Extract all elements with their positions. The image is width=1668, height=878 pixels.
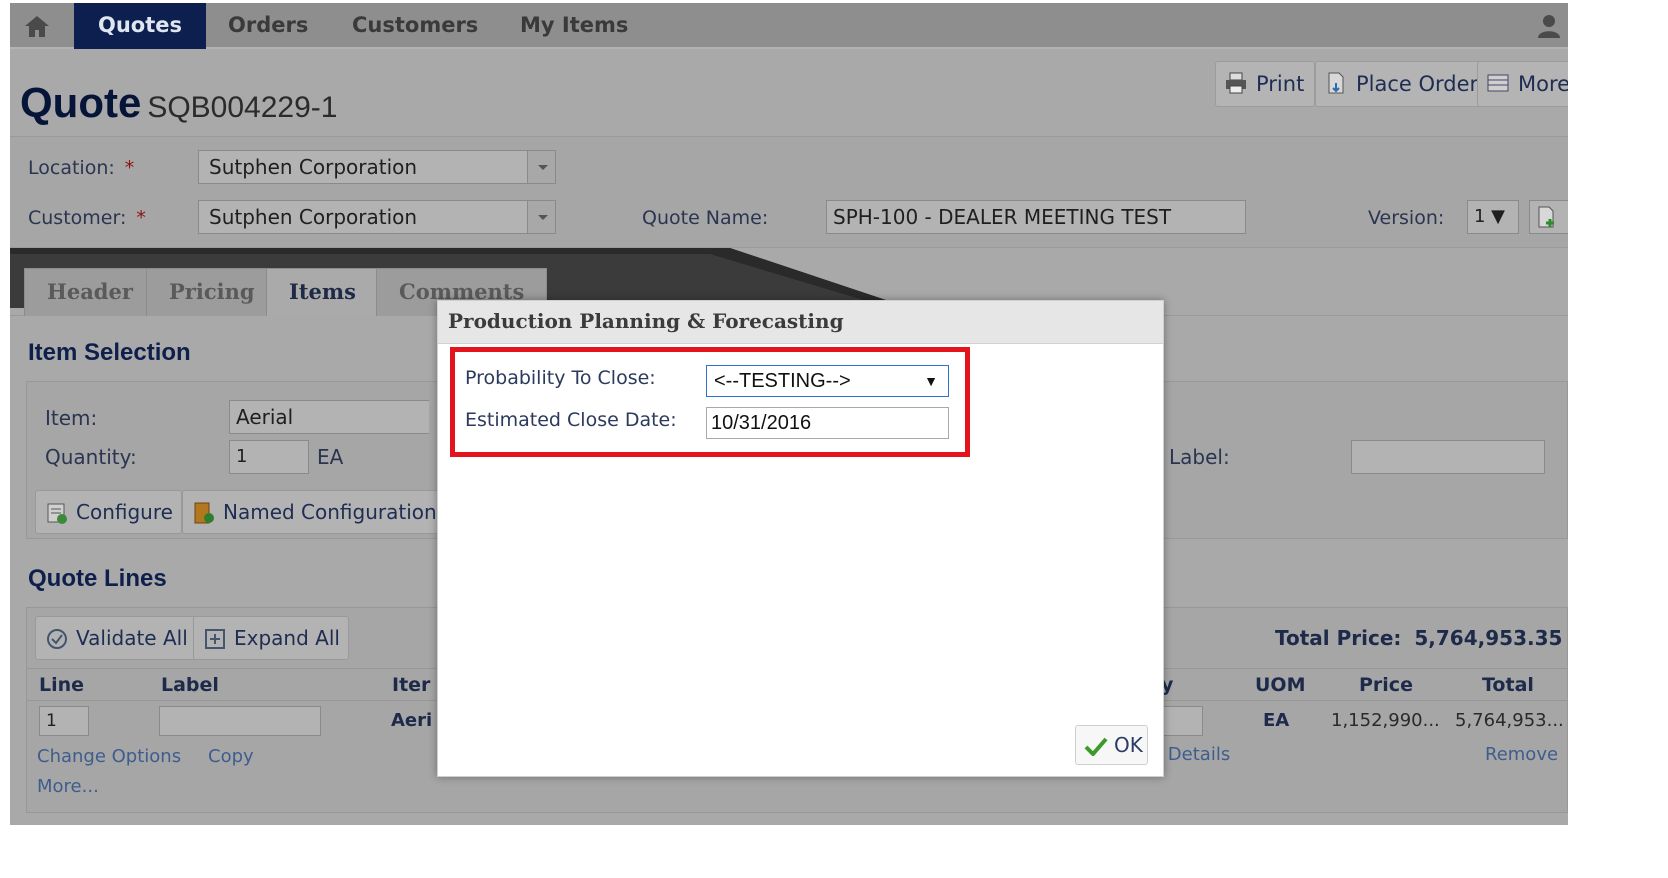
item-selection-heading: Item Selection [28,339,191,366]
production-planning-dialog: Production Planning & Forecasting Probab… [437,300,1164,777]
change-options-link[interactable]: Change Options [37,746,181,767]
quote-name-input[interactable]: SPH-100 - DEALER MEETING TEST [826,200,1246,234]
nav-tab-customers[interactable]: Customers [328,3,502,49]
configure-label: Configure [76,500,173,524]
add-document-icon [1538,206,1554,228]
expand-icon [205,629,225,649]
col-item: Iter [392,674,431,696]
close-date-label: Estimated Close Date: [465,409,677,431]
unit-label: EA [317,445,344,469]
quantity-input[interactable]: 1 [229,440,309,474]
tab-items[interactable]: Items [266,268,379,316]
expand-all-button[interactable]: Expand All [193,616,349,660]
home-icon[interactable] [24,14,50,38]
customer-label: Customer: * [28,207,146,229]
total-price: Total Price: 5,764,953.35 [1275,626,1563,650]
nav-tab-orders[interactable]: Orders [204,3,332,49]
highlight-box [450,347,970,457]
place-order-label: Place Order [1356,72,1479,96]
configure-button[interactable]: Configure [35,490,182,534]
quote-lines-heading: Quote Lines [28,565,167,592]
customer-combobox[interactable]: Sutphen Corporation [198,200,556,234]
check-circle-icon [47,629,67,649]
line-number-input[interactable]: 1 [39,706,89,736]
probability-value: <--TESTING--> [714,370,851,392]
ok-label: OK [1114,733,1143,757]
more-label: More [1518,72,1568,96]
more-link[interactable]: More... [37,776,99,797]
nav-tab-quotes[interactable]: Quotes [74,3,207,49]
col-uom: UOM [1255,674,1306,696]
location-value: Sutphen Corporation [209,155,418,179]
quote-number: SQB004229-1 [147,91,338,124]
validate-all-label: Validate All [76,626,188,650]
col-price: Price [1359,674,1413,696]
named-config-icon [194,502,214,524]
nav-tab-my-items[interactable]: My Items [496,3,652,49]
copy-link[interactable]: Copy [208,746,254,767]
version-label: Version: [1368,207,1445,229]
line-label-label: Label: [1169,445,1230,469]
validate-all-button[interactable]: Validate All [35,616,197,660]
ok-button[interactable]: OK [1075,725,1148,765]
probability-select[interactable]: <--TESTING--> ▼ [706,365,949,397]
quote-form-panel: Location: * Sutphen Corporation Customer:… [10,136,1568,248]
tab-header[interactable]: Header [24,268,156,316]
col-line: Line [39,674,85,696]
page-title-text: Quote [20,79,142,126]
tab-pricing[interactable]: Pricing [146,268,278,316]
remove-link[interactable]: Remove [1485,744,1558,765]
expand-all-label: Expand All [234,626,340,650]
item-label: Item: [45,406,98,430]
print-label: Print [1256,72,1305,96]
location-combobox[interactable]: Sutphen Corporation [198,150,556,184]
dialog-title: Production Planning & Forecasting [438,301,1163,344]
user-icon[interactable] [1536,13,1562,39]
page-title: Quote SQB004229-1 [20,79,337,127]
col-total: Total [1482,674,1534,696]
row-uom: EA [1263,710,1290,731]
row-total: 5,764,953... [1455,710,1564,731]
configure-icon [47,503,67,524]
item-input[interactable]: Aerial [229,400,429,434]
row-price: 1,152,990... [1331,710,1440,731]
customer-value: Sutphen Corporation [209,205,418,229]
named-configuration-label: Named Configuration [223,500,437,524]
probability-label: Probability To Close: [465,367,656,389]
document-arrow-icon [1328,72,1344,94]
row-item[interactable]: Aeri [391,710,432,731]
app-window: Quotes Orders Customers My Items Quote SQ… [10,3,1568,825]
close-date-input[interactable]: 10/31/2016 [706,407,949,439]
place-order-button[interactable]: Place Order [1315,61,1490,107]
print-button[interactable]: Print [1215,61,1316,107]
new-version-button[interactable] [1529,200,1568,234]
printer-icon [1226,72,1246,94]
more-button[interactable]: More [1477,61,1568,107]
col-label: Label [161,674,219,696]
list-icon [1487,74,1509,92]
row-label-input[interactable] [159,706,321,736]
location-label: Location: * [28,157,135,179]
named-configuration-button[interactable]: Named Configuration [182,490,442,534]
line-label-input[interactable] [1351,440,1545,474]
quantity-label: Quantity: [45,445,137,469]
chevron-down-icon[interactable] [527,151,555,183]
checkmark-icon [1084,737,1108,756]
dropdown-arrow-icon[interactable]: ▼ [924,366,938,396]
chevron-down-icon[interactable] [527,201,555,233]
version-select[interactable]: 1 ▼ [1467,200,1519,234]
quote-name-label: Quote Name: [642,207,769,229]
top-nav: Quotes Orders Customers My Items [10,3,1568,49]
